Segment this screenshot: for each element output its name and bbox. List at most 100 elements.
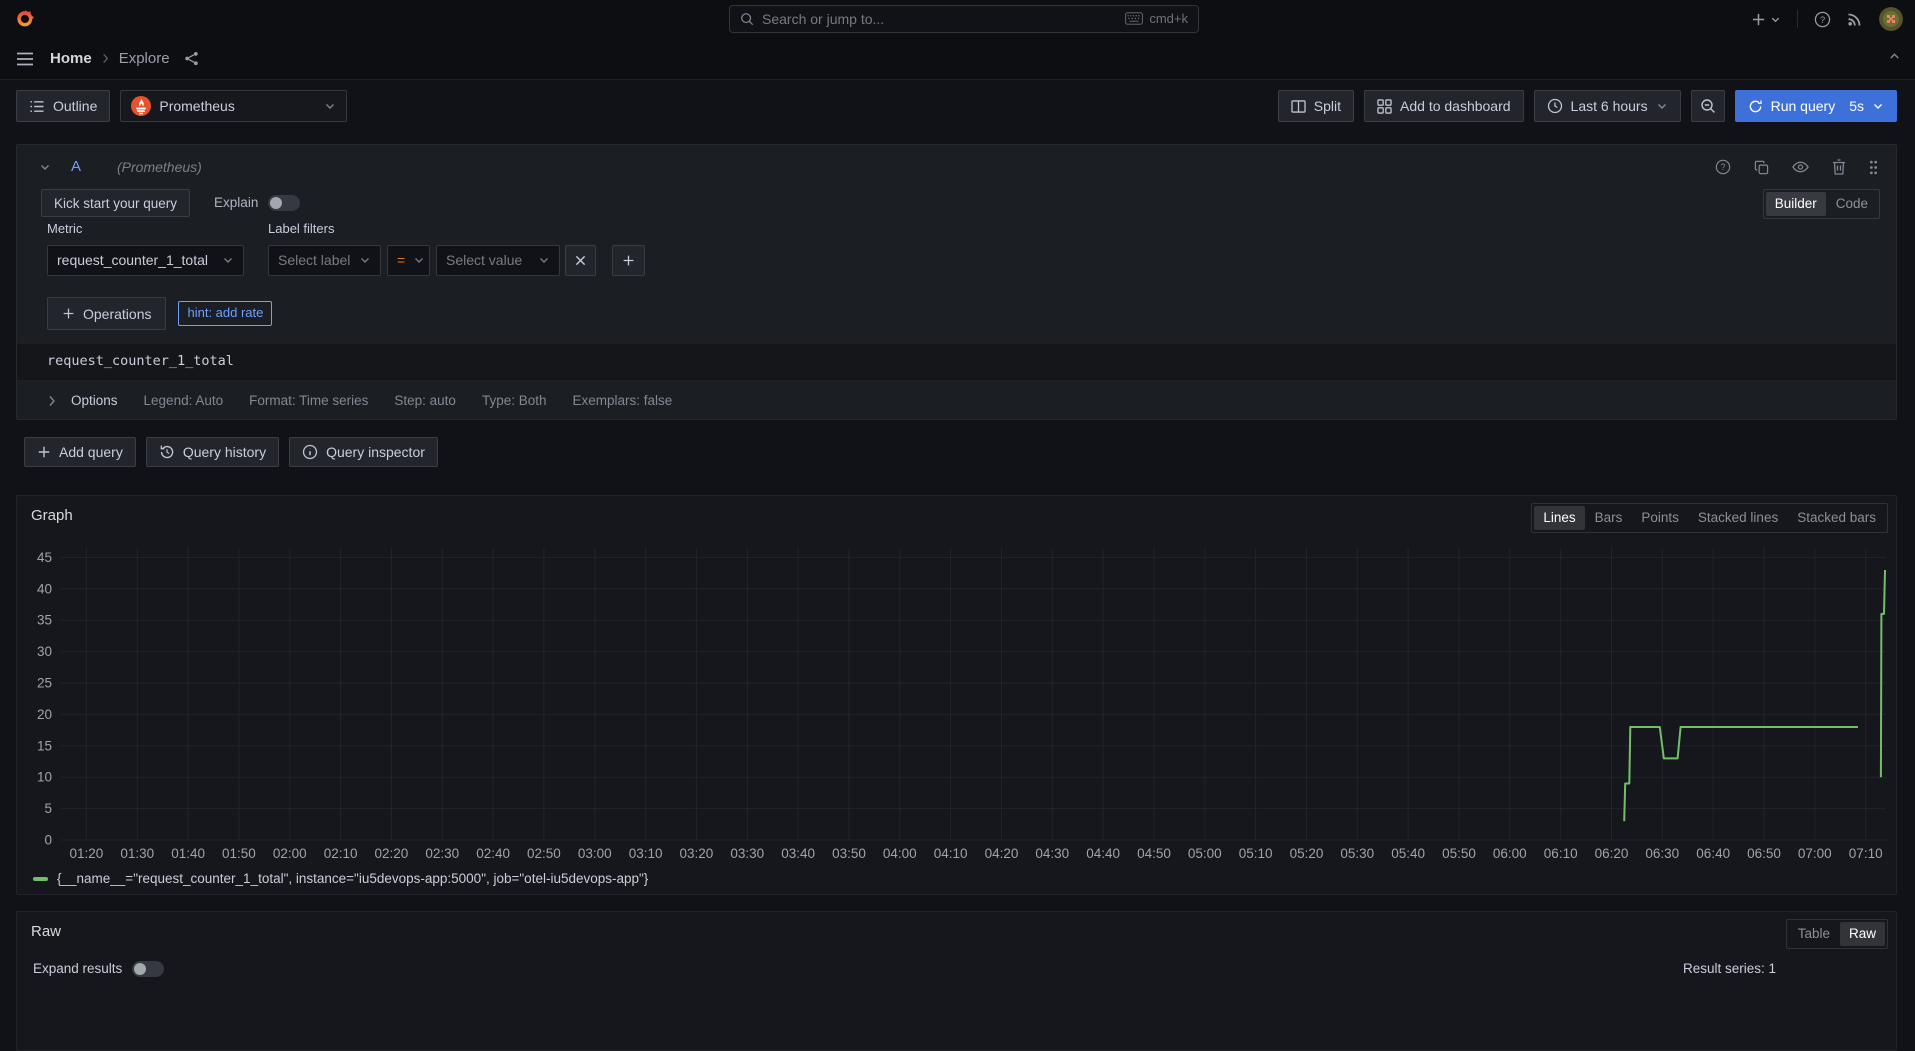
svg-text:05:50: 05:50 [1442,846,1476,861]
svg-text:06:50: 06:50 [1747,846,1781,861]
svg-text:40: 40 [37,581,52,596]
search-field[interactable] [762,10,1117,28]
raw-view-raw[interactable]: Raw [1840,922,1885,946]
raw-panel-title: Raw [31,922,61,942]
svg-text:03:40: 03:40 [781,846,815,861]
outline-button[interactable]: Outline [16,90,110,122]
graph-style-switch: Lines Bars Points Stacked lines Stacked … [1531,503,1888,533]
svg-text:06:20: 06:20 [1595,846,1629,861]
top-nav-bar: cmd+k ? [0,0,1915,38]
svg-text:06:00: 06:00 [1493,846,1527,861]
svg-text:02:00: 02:00 [273,846,307,861]
toggle-visibility-eye-icon[interactable] [1792,161,1809,173]
add-filter-button[interactable] [612,245,645,276]
datasource-picker[interactable]: Prometheus [120,90,347,122]
remove-filter-button[interactable] [565,245,596,276]
chevron-down-icon [1656,100,1668,112]
operator-dropdown[interactable]: = [387,245,430,276]
svg-text:04:40: 04:40 [1086,846,1120,861]
graph-style-points[interactable]: Points [1632,506,1688,530]
metric-select[interactable]: request_counter_1_total [47,245,244,276]
user-avatar[interactable] [1879,7,1903,31]
help-icon[interactable]: ? [1814,11,1831,28]
graph-legend-item[interactable]: {__name__="request_counter_1_total", ins… [33,870,648,888]
news-rss-icon[interactable] [1847,11,1863,27]
add-query-button[interactable]: Add query [24,437,136,467]
expand-results-toggle[interactable] [132,961,164,977]
graph-style-stacked-bars[interactable]: Stacked bars [1788,506,1885,530]
kick-start-button[interactable]: Kick start your query [41,189,190,217]
chevron-right-icon[interactable] [47,395,57,407]
explain-toggle[interactable] [268,195,300,211]
svg-text:03:00: 03:00 [578,846,612,861]
time-range-picker[interactable]: Last 6 hours [1534,90,1681,122]
svg-text:05:30: 05:30 [1340,846,1374,861]
svg-text:03:30: 03:30 [730,846,764,861]
svg-text:05:10: 05:10 [1239,846,1273,861]
explore-toolbar: Outline Prometheus Split [16,89,1897,123]
select-label-dropdown[interactable]: Select label [268,245,381,276]
add-to-dashboard-button[interactable]: Add to dashboard [1364,90,1524,122]
svg-text:0: 0 [44,833,52,848]
new-menu-button[interactable] [1751,12,1781,27]
label-filters-label: Label filters [268,221,645,238]
graph-legend-label[interactable]: {__name__="request_counter_1_total", ins… [57,870,648,888]
options-legend: Legend: Auto [144,392,224,410]
options-summary: Legend: Auto Format: Time series Step: a… [144,392,673,410]
breadcrumb-home[interactable]: Home [50,49,92,69]
delete-query-trash-icon[interactable] [1832,159,1846,175]
svg-text:02:10: 02:10 [324,846,358,861]
options-title[interactable]: Options [71,392,118,410]
metric-label: Metric [47,221,244,238]
refresh-interval[interactable]: 5s [1849,98,1864,114]
chevron-down-icon [413,254,425,266]
builder-mode-option[interactable]: Builder [1766,192,1826,216]
raw-panel: Raw Table Raw Expand results Result seri… [16,911,1897,1051]
share-icon[interactable] [184,51,199,66]
breadcrumb-chevron-icon [101,53,110,64]
duplicate-query-icon[interactable] [1754,160,1769,175]
breadcrumb-current: Explore [119,49,170,69]
grafana-logo-icon[interactable] [15,8,36,29]
graph-style-bars[interactable]: Bars [1586,506,1632,530]
query-ref-id[interactable]: A [71,157,81,177]
global-search-input[interactable]: cmd+k [729,5,1199,33]
raw-view-table[interactable]: Table [1789,922,1839,946]
metric-select-value: request_counter_1_total [57,251,208,269]
svg-text:01:40: 01:40 [171,846,205,861]
graph-style-stacked-lines[interactable]: Stacked lines [1689,506,1787,530]
svg-text:02:40: 02:40 [476,846,510,861]
svg-text:07:10: 07:10 [1849,846,1883,861]
query-inspector-button[interactable]: Query inspector [289,437,438,467]
graph-chart[interactable]: 05101520253035404501:2001:3001:4001:5002… [25,536,1890,866]
graph-style-lines[interactable]: Lines [1534,506,1584,530]
history-icon [159,444,175,460]
query-datasource-hint: (Prometheus) [117,158,202,176]
split-button[interactable]: Split [1278,90,1354,122]
plus-icon [37,445,51,459]
mega-menu-icon[interactable] [16,52,34,66]
svg-text:03:50: 03:50 [832,846,866,861]
select-value-dropdown[interactable]: Select value [436,245,560,276]
plus-icon [1751,12,1766,27]
collapse-query-chevron-icon[interactable] [39,161,51,173]
operator-value: = [397,251,405,269]
run-query-button[interactable]: Run query 5s [1735,90,1897,122]
query-preview: request_counter_1_total [17,343,1896,381]
metric-field: Metric request_counter_1_total [47,221,244,276]
drag-handle-grip-icon[interactable] [1869,160,1878,175]
explain-label: Explain [214,194,258,212]
hint-add-rate-link[interactable]: hint: add rate [178,301,272,326]
query-editor-card: A (Prometheus) ? Kick start your query E… [16,144,1897,420]
code-mode-option[interactable]: Code [1827,192,1877,216]
operations-button[interactable]: Operations [47,297,166,330]
collapse-chevron-up-icon[interactable] [1888,50,1901,63]
query-history-button[interactable]: Query history [146,437,279,467]
expand-results-label: Expand results [33,960,122,978]
graph-legend-swatch [33,877,48,881]
zoom-out-button[interactable] [1691,90,1725,122]
svg-text:01:30: 01:30 [120,846,154,861]
chevron-down-icon [324,100,336,112]
query-help-icon[interactable]: ? [1715,159,1731,175]
svg-text:20: 20 [37,707,52,722]
